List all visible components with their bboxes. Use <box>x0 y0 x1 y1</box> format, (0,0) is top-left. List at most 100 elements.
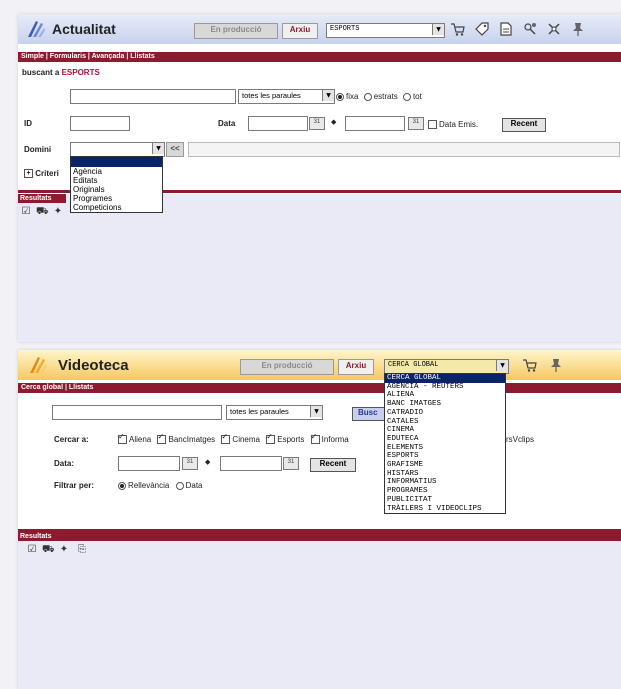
data-label: Data: <box>54 459 75 468</box>
buscant-label: buscant a ESPORTS <box>22 68 100 77</box>
domini-option[interactable]: Editats <box>71 176 162 185</box>
search-input[interactable] <box>52 405 222 420</box>
section-option[interactable]: PUBLICITAT <box>385 496 505 505</box>
section-select-value: CERCA GLOBAL <box>388 361 439 369</box>
cart-icon[interactable] <box>450 21 466 37</box>
videoteca-results-area: Resultats ☑ ⛟ ✦ ⎘ <box>18 532 621 689</box>
words-select[interactable]: totes les paraules ▼ <box>226 405 323 420</box>
checkbox-icon[interactable]: ☑ <box>20 206 32 218</box>
date-from-input[interactable] <box>248 116 308 131</box>
data-emis-checkbox[interactable] <box>428 120 437 130</box>
criteri-label: Criteri <box>35 169 59 178</box>
section-select[interactable]: ESPORTS ▼ <box>326 23 445 38</box>
search-input[interactable] <box>70 89 236 104</box>
radio-data[interactable] <box>175 481 184 490</box>
section-option[interactable]: ELEMENTS <box>385 444 505 453</box>
checkbox-label: Cinema <box>232 435 260 444</box>
pin-icon[interactable]: ✦ <box>58 544 70 556</box>
logo-icon <box>28 21 45 37</box>
section-option[interactable]: INFORMATIUS <box>385 478 505 487</box>
domini-path-field[interactable] <box>188 142 620 157</box>
radio-fixa-label: fixa <box>346 92 359 101</box>
checkbox-informa[interactable] <box>310 432 320 445</box>
domini-option[interactable]: Competicions <box>71 203 162 212</box>
filtrar-label: Filtrar per: <box>54 481 95 490</box>
date-from-input[interactable] <box>118 456 180 471</box>
logo-icon <box>30 357 47 373</box>
domini-option[interactable]: Programes <box>71 194 162 203</box>
document-icon[interactable] <box>498 21 514 37</box>
app-title: Videoteca <box>58 357 129 374</box>
criteri-toggle[interactable]: + Criteri <box>24 169 59 179</box>
data-emis-option: Data Emis. <box>428 120 478 130</box>
section-option[interactable]: CINEMA <box>385 426 505 435</box>
app-title: Actualitat <box>52 21 116 37</box>
chevron-down-icon: ▼ <box>496 360 508 371</box>
radio-rellevancia-label: Rellevància <box>128 481 170 490</box>
checkbox-cinema[interactable] <box>221 432 231 445</box>
cart-icon[interactable] <box>522 357 538 373</box>
section-option[interactable]: ESPORTS <box>385 452 505 461</box>
date-to-input[interactable] <box>345 116 405 131</box>
en-produccio-button[interactable]: En producció <box>240 359 334 375</box>
radio-estrats-label: estrats <box>373 92 398 101</box>
section-option[interactable]: TRÀILERS I VIDEOCLIPS <box>385 505 505 514</box>
export-icon[interactable]: ⎘ <box>76 544 88 556</box>
results-header: Resultats <box>18 194 66 203</box>
section-dropdown[interactable]: CERCA GLOBAL AGÈNCIA - REUTERS ALIENA BA… <box>384 373 506 515</box>
back-button[interactable]: << <box>166 142 184 157</box>
section-option[interactable]: HISTARS <box>385 470 505 479</box>
checkbox-label: Informa <box>321 435 349 444</box>
calendar-icon[interactable]: 31 <box>182 457 198 470</box>
tag-icon[interactable] <box>474 21 490 37</box>
radio-tot[interactable] <box>402 92 411 101</box>
radio-fixa[interactable] <box>336 92 344 101</box>
section-option[interactable]: CATRADIO <box>385 409 505 418</box>
domini-option[interactable]: Originals <box>71 185 162 194</box>
section-option[interactable]: CATALES <box>385 418 505 427</box>
calendar-icon[interactable]: 31 <box>309 117 325 130</box>
domini-select[interactable]: ▼ <box>70 142 165 157</box>
section-option[interactable]: EDUTECA <box>385 435 505 444</box>
en-produccio-button[interactable]: En producció <box>194 23 278 39</box>
section-option[interactable]: ALIENA <box>385 391 505 400</box>
tools-icon[interactable] <box>546 21 562 37</box>
radio-estrats[interactable] <box>363 92 372 101</box>
pin-icon[interactable] <box>548 357 564 373</box>
checkbox-bancimatges[interactable] <box>157 432 167 445</box>
calendar-icon[interactable]: 31 <box>283 457 299 470</box>
section-select[interactable]: CERCA GLOBAL ▼ <box>384 359 509 374</box>
filtrar-options: Rellevància Data <box>118 481 203 490</box>
search-people-icon[interactable] <box>522 21 538 37</box>
cart-icon[interactable]: ⛟ <box>36 206 49 218</box>
domini-label: Domini <box>24 145 52 154</box>
words-select[interactable]: totes les paraules ▼ <box>238 89 335 104</box>
recent-button[interactable]: Recent <box>310 458 356 472</box>
radio-rellevancia[interactable] <box>118 481 126 490</box>
checkbox-esports[interactable] <box>266 432 276 445</box>
date-to-input[interactable] <box>220 456 282 471</box>
chevron-down-icon: ▼ <box>432 24 444 35</box>
checkbox-icon[interactable]: ☑ <box>26 544 38 556</box>
domini-option[interactable]: Agència <box>71 167 162 176</box>
section-option[interactable]: PROGRAMES <box>385 487 505 496</box>
section-option[interactable]: BANC IMATGES <box>385 400 505 409</box>
id-input[interactable] <box>70 116 130 131</box>
videoteca-navbar[interactable]: Cerca global | Llistats <box>18 383 621 393</box>
checkbox-aliena[interactable] <box>118 432 127 445</box>
arxiu-button[interactable]: Arxiu <box>282 23 318 39</box>
domini-dropdown[interactable]: Agència Editats Originals Programes Comp… <box>70 156 163 213</box>
section-option[interactable]: GRAFISME <box>385 461 505 470</box>
pin-icon[interactable] <box>570 21 586 37</box>
recent-button[interactable]: Recent <box>502 118 546 132</box>
pin-icon[interactable]: ✦ <box>52 206 64 218</box>
cart-icon[interactable]: ⛟ <box>42 544 55 556</box>
section-option[interactable]: CERCA GLOBAL <box>385 374 505 383</box>
words-select-value: totes les paraules <box>230 407 289 416</box>
arxiu-button[interactable]: Arxiu <box>338 359 374 375</box>
domini-option[interactable] <box>71 157 162 167</box>
radio-tot-label: tot <box>412 92 422 101</box>
section-option[interactable]: AGÈNCIA - REUTERS <box>385 383 505 392</box>
calendar-icon[interactable]: 31 <box>408 117 424 130</box>
actualitat-navbar[interactable]: Simple | Formularis | Avançada | Llistat… <box>18 52 621 62</box>
